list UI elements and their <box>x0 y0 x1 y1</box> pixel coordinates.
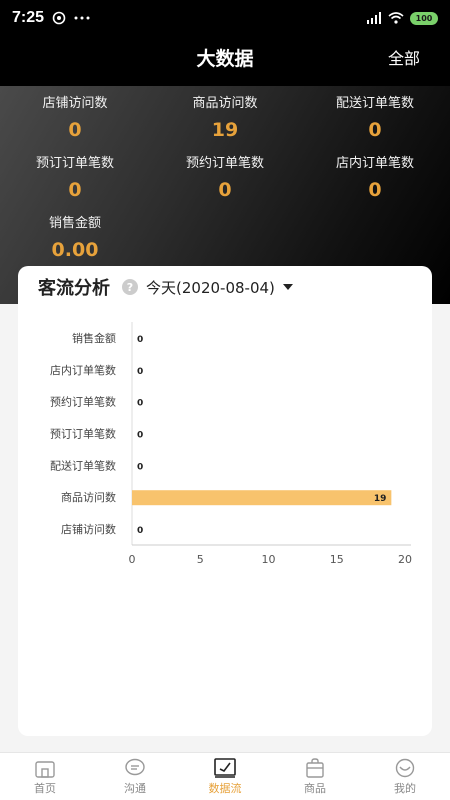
stat-dine-in-orders: 店内订单笔数 0 <box>300 152 450 201</box>
stat-value: 0 <box>68 119 82 141</box>
traffic-analysis-card: 客流分析 ? 今天(2020-08-04) 销售金额 0 店内订单笔数 0 预约订单笔数… <box>18 266 432 736</box>
app-notification-icon <box>52 11 66 25</box>
stat-sales-amount: 销售金额 0.00 <box>0 212 150 261</box>
stat-value: 0 <box>368 179 382 201</box>
data-label: 0 <box>137 462 143 472</box>
stat-appointment-orders: 预约订单笔数 0 <box>150 152 300 201</box>
category-label: 配送订单笔数 <box>50 458 116 472</box>
traffic-bar-chart: 销售金额 0 店内订单笔数 0 预约订单笔数 0 预订订单笔数 0 配送订单笔数 0 商品访问数 19… <box>50 322 412 566</box>
stat-label: 销售金额 <box>48 216 101 231</box>
x-tick-label: 0 <box>129 553 136 566</box>
all-filter-button[interactable]: 全部 <box>388 36 420 82</box>
tab-label: 商品 <box>304 781 326 795</box>
tab-label: 沟通 <box>124 781 146 795</box>
stat-label: 预约订单笔数 <box>185 156 264 171</box>
data-label: 19 <box>374 494 387 504</box>
data-label: 0 <box>137 526 143 536</box>
status-time: 7:25 <box>12 9 45 26</box>
stat-label: 预订订单笔数 <box>35 156 114 171</box>
stat-value: 0 <box>68 179 82 201</box>
stat-delivery-orders: 配送订单笔数 0 <box>300 92 450 141</box>
stat-shop-visits: 店铺访问数 0 <box>0 92 150 141</box>
bar <box>132 490 392 506</box>
category-label: 预订订单笔数 <box>50 427 116 441</box>
x-tick-label: 10 <box>262 553 276 566</box>
tab-label: 数据流 <box>208 781 242 795</box>
bag-icon <box>306 757 324 778</box>
category-label: 店内订单笔数 <box>50 363 116 377</box>
home-icon <box>35 760 55 778</box>
category-label: 店铺访问数 <box>61 522 116 536</box>
stat-label: 配送订单笔数 <box>335 96 414 111</box>
data-label: 0 <box>137 335 143 345</box>
bottom-tab-bar: 首页 沟通 数据流 商品 我的 <box>0 752 450 800</box>
category-label: 预约订单笔数 <box>50 395 116 409</box>
stat-label: 商品访问数 <box>192 96 258 111</box>
app-header: 大数据 全部 <box>0 36 450 86</box>
data-label: 0 <box>137 431 143 441</box>
data-label: 0 <box>137 399 143 409</box>
stat-value: 0.00 <box>51 239 99 261</box>
x-tick-label: 15 <box>330 553 344 566</box>
chat-icon <box>125 758 145 775</box>
category-label: 销售金额 <box>72 331 116 345</box>
status-bar: 7:25 100 <box>0 0 450 36</box>
tab-data-flow[interactable]: 数据流 <box>180 753 270 800</box>
stat-value: 0 <box>218 179 232 201</box>
category-label: 商品访问数 <box>61 490 116 504</box>
more-dots-icon <box>74 16 90 20</box>
tab-profile[interactable]: 我的 <box>360 753 450 800</box>
data-label: 0 <box>137 367 143 377</box>
stat-label: 店铺访问数 <box>42 96 108 111</box>
stat-product-visits: 商品访问数 19 <box>150 92 300 141</box>
wifi-icon <box>388 12 404 24</box>
tab-label: 首页 <box>34 781 56 795</box>
page-title: 大数据 <box>196 48 254 70</box>
stat-value: 19 <box>211 119 239 141</box>
tab-label: 我的 <box>394 781 416 795</box>
stat-label: 店内订单笔数 <box>335 156 414 171</box>
tab-home[interactable]: 首页 <box>0 753 90 800</box>
battery-indicator: 100 <box>410 11 438 25</box>
signal-icon <box>367 12 381 24</box>
profile-icon <box>395 758 415 777</box>
data-chart-icon <box>214 757 236 778</box>
tab-chat[interactable]: 沟通 <box>90 753 180 800</box>
tab-products[interactable]: 商品 <box>270 753 360 800</box>
x-tick-label: 5 <box>197 553 204 566</box>
stat-value: 0 <box>368 119 382 141</box>
stat-booking-orders: 预订订单笔数 0 <box>0 152 150 201</box>
x-tick-label: 20 <box>398 553 412 566</box>
